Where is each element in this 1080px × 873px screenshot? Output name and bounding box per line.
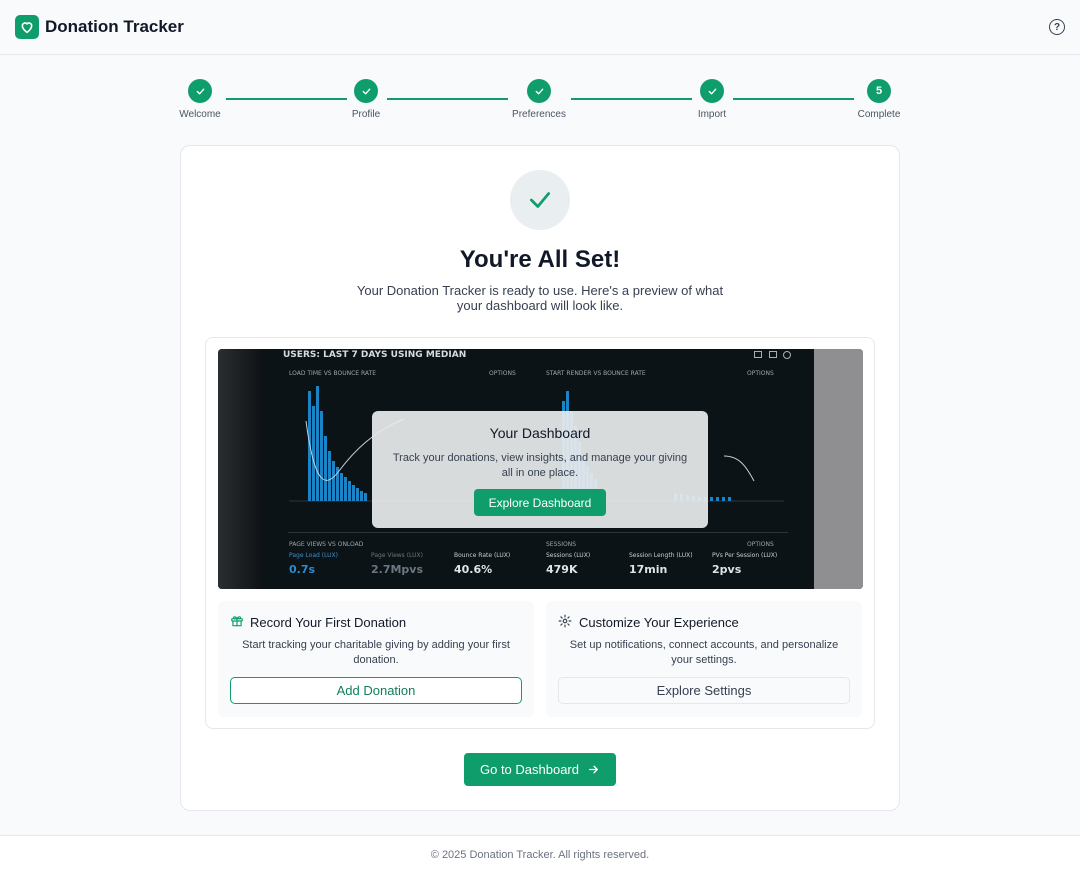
screen-icon — [769, 351, 777, 358]
step-connector — [733, 98, 854, 100]
screenshot-header: USERS: LAST 7 DAYS USING MEDIAN — [283, 350, 467, 360]
metric-value: 2.7Mpvs — [371, 563, 424, 576]
metric-value: 2pvs — [712, 563, 742, 576]
step-connector — [387, 98, 508, 100]
background-wall — [814, 349, 863, 589]
section-right-title: SESSIONS — [546, 541, 577, 548]
arrow-right-icon — [589, 765, 598, 774]
app-header: Donation Tracker ? — [0, 0, 1080, 55]
customize-experience-card: Customize Your Experience Set up notific… — [546, 601, 862, 717]
customize-experience-title: Customize Your Experience — [579, 615, 739, 630]
footer-copyright: © 2025 Donation Tracker. All rights rese… — [430, 849, 650, 861]
metric-label: Sessions (LUX) — [546, 552, 591, 559]
customize-experience-description: Set up notifications, connect accounts, … — [569, 639, 839, 666]
go-to-dashboard-button[interactable]: Go to Dashboard — [464, 753, 616, 786]
gift-icon — [231, 616, 243, 627]
step-welcome-check-icon — [188, 79, 212, 103]
step-preferences-check-icon — [527, 79, 551, 103]
page-footer: © 2025 Donation Tracker. All rights rese… — [0, 835, 1080, 873]
monitor-bezel — [218, 349, 264, 589]
success-check-icon — [510, 170, 570, 230]
overlay-description: Track your donations, view insights, and… — [392, 452, 688, 479]
go-to-dashboard-label: Go to Dashboard — [479, 762, 579, 777]
step-label-complete: Complete — [857, 109, 901, 120]
step-import-check-icon — [700, 79, 724, 103]
dashboard-overlay: Your Dashboard Track your donations, vie… — [372, 411, 708, 528]
step-label-welcome: Welcome — [179, 109, 221, 120]
step-connector — [226, 98, 347, 100]
record-donation-title: Record Your First Donation — [250, 615, 407, 630]
step-connector — [571, 98, 692, 100]
gear-icon — [558, 614, 572, 628]
panel-right-options: OPTIONS — [747, 370, 774, 377]
overlay-title: Your Dashboard — [489, 425, 591, 441]
page-title: You're All Set! — [459, 246, 621, 273]
metric-label: Page Load (LUX) — [289, 552, 338, 559]
metric-label: Session Length (LUX) — [629, 552, 693, 559]
add-donation-button[interactable]: Add Donation — [230, 677, 522, 704]
metric-value: 0.7s — [289, 563, 316, 576]
step-label-import: Import — [697, 109, 727, 120]
explore-settings-button[interactable]: Explore Settings — [558, 677, 850, 704]
record-donation-description: Start tracking your charitable giving by… — [242, 639, 510, 666]
page-subtitle: Your Donation Tracker is ready to use. H… — [356, 283, 724, 313]
metric-value: 479K — [546, 563, 578, 576]
metric-label: Bounce Rate (LUX) — [454, 552, 511, 559]
step-label-profile: Profile — [351, 109, 381, 120]
heart-logo-icon — [15, 15, 39, 39]
metric-value: 40.6% — [454, 563, 493, 576]
metric-label: PVs Per Session (LUX) — [712, 552, 778, 559]
metric-label: Page Views (LUX) — [371, 552, 423, 559]
explore-dashboard-button[interactable]: Explore Dashboard — [474, 489, 606, 516]
panel-left-options: OPTIONS — [489, 370, 516, 377]
record-donation-card: Record Your First Donation Start trackin… — [218, 601, 534, 717]
step-label-preferences: Preferences — [512, 109, 566, 120]
screen-divider — [288, 532, 788, 533]
help-circle-icon[interactable]: ? — [1049, 19, 1065, 35]
section-left-title: PAGE VIEWS VS ONLOAD — [289, 541, 364, 548]
screen-icon — [783, 351, 791, 359]
screen-icon — [754, 351, 762, 358]
section-right-options: OPTIONS — [747, 541, 774, 548]
metric-value: 17min — [629, 563, 668, 576]
step-complete-number: 5 — [867, 79, 891, 103]
panel-left-title: LOAD TIME VS BOUNCE RATE — [289, 370, 377, 377]
app-title: Donation Tracker — [45, 17, 184, 36]
step-profile-check-icon — [354, 79, 378, 103]
panel-right-title: START RENDER VS BOUNCE RATE — [546, 370, 646, 377]
